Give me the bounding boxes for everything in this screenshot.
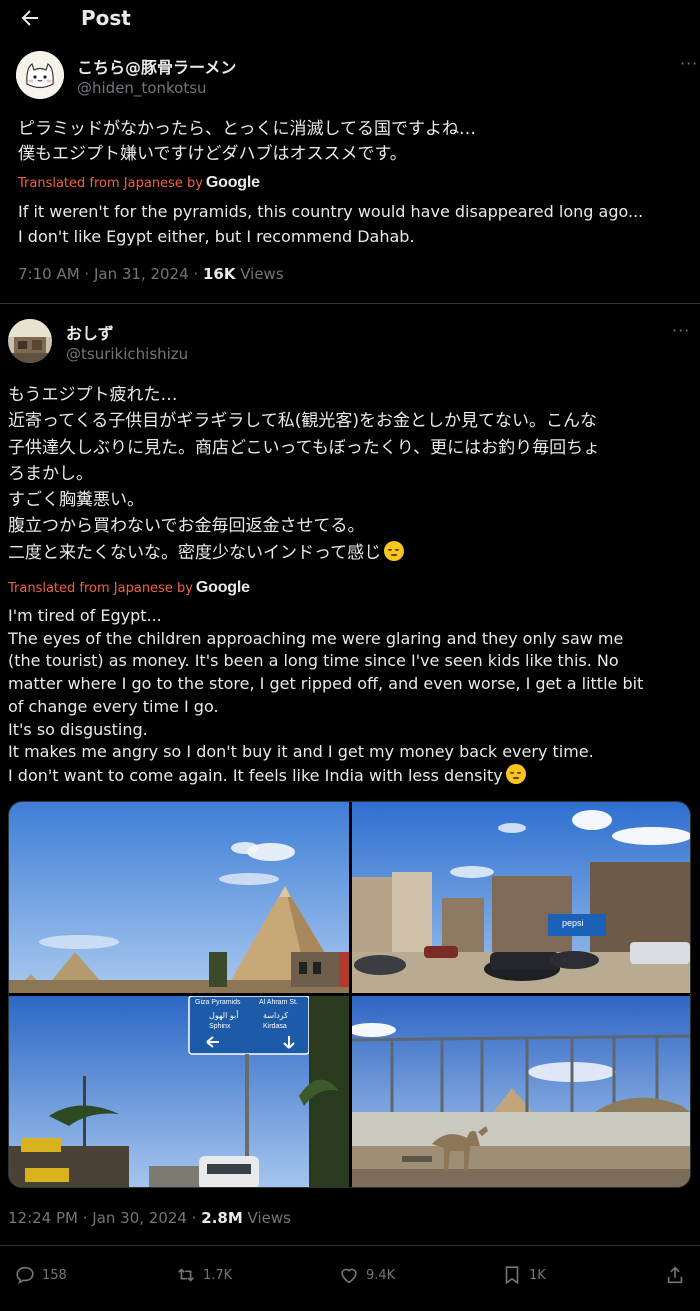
reply-count: 158 xyxy=(42,1267,67,1283)
google-logo: Google xyxy=(195,579,250,596)
photo-road-sign[interactable]: Giza Pyramids Al Ahram St. أبو الهول كرد… xyxy=(9,996,349,1187)
post-text: ピラミッドがなかったら、とっくに消滅してる国ですよね… 僕もエジプト嫌いですけど… xyxy=(18,117,698,167)
avatar-tsurikichishizu[interactable] xyxy=(8,319,52,363)
bookmark-count: 1K xyxy=(529,1267,546,1283)
post-text-line: 子供達久しぶりに見た。商店どこいってもぼったくり、更にはお釣り毎回ちょ xyxy=(8,437,601,458)
more-options-icon[interactable]: ··· xyxy=(680,54,698,73)
translated-text-line: (the tourist) as money. It's been a long… xyxy=(8,651,619,671)
sign-left-en: Sphinx xyxy=(209,1023,231,1030)
views-label: Views xyxy=(242,1209,291,1227)
photo-camel[interactable] xyxy=(352,996,690,1187)
post-text-line: 近寄ってくる子供目がギラギラして私(観光客)をお金としか見てない。こんな xyxy=(8,411,598,432)
user-handle[interactable]: @tsurikichishizu xyxy=(66,345,188,363)
more-options-icon[interactable]: ··· xyxy=(672,321,690,340)
media-grid: pepsi Giza Pyramids Al Ahram St. أبو اله… xyxy=(8,801,691,1188)
avatar-hiden-tonkotsu[interactable] xyxy=(16,51,64,99)
post-meta: 7:10 AM · Jan 31, 2024 · 16K Views xyxy=(18,265,284,283)
translated-text-line: It makes me angry so I don't buy it and … xyxy=(8,742,594,762)
translated-text-line: I don't want to come again. It feels lik… xyxy=(8,763,698,788)
cat-avatar-icon xyxy=(16,51,64,99)
divider xyxy=(0,303,700,304)
divider xyxy=(0,1245,700,1246)
translated-text-line: of change every time I go. xyxy=(8,696,219,716)
translated-text-line: I'm tired of Egypt... xyxy=(8,606,162,625)
repost-icon xyxy=(178,1268,194,1282)
action-bar: 158 1.7K 9.4K 1K xyxy=(0,1262,700,1288)
page-title: Post xyxy=(81,6,131,30)
translated-text-line: It's so disgusting. xyxy=(8,719,148,739)
post-text-line-end: 二度と来たくないな。密度少ないインドって感じ xyxy=(8,542,382,563)
views-count: 2.8M xyxy=(201,1209,243,1227)
google-logo: Google xyxy=(205,174,260,191)
sign-right-en: Kirdasa xyxy=(263,1023,287,1030)
relieved-face-emoji-icon xyxy=(384,540,405,561)
translated-text-line: The eyes of the children approaching me … xyxy=(8,628,624,648)
translated-text-line: If it weren't for the pyramids, this cou… xyxy=(18,202,644,221)
user-handle[interactable]: @hiden_tonkotsu xyxy=(77,79,207,97)
post-text-line: もうエジプト疲れた… xyxy=(8,385,178,405)
translation-label: Translated from Japanese by xyxy=(18,176,203,191)
post-text-line: 腹立つから買わないでお金毎回返金させてる。 xyxy=(8,516,365,537)
translation-label: Translated from Japanese by xyxy=(8,581,193,596)
photo-street[interactable]: pepsi xyxy=(352,802,690,993)
bookmark-button[interactable]: 1K xyxy=(501,1262,546,1288)
post-text: もうエジプト疲れた… 近寄ってくる子供目がギラギラして私(観光客)をお金としか見… xyxy=(8,382,698,566)
top-bar: Post xyxy=(0,0,700,40)
translation-attribution[interactable]: Translated from Japanese by Google xyxy=(8,579,250,597)
sign-left-ar: أبو الهول xyxy=(209,1010,238,1020)
post-text-line: 僕もエジプト嫌いですけどダハブはオススメです。 xyxy=(18,144,407,164)
share-icon xyxy=(667,1266,683,1284)
like-button[interactable]: 9.4K xyxy=(338,1262,395,1288)
timestamp[interactable]: 7:10 AM · Jan 31, 2024 · xyxy=(18,265,203,283)
repost-count: 1.7K xyxy=(203,1267,233,1283)
sign-line1: Giza Pyramids xyxy=(195,999,241,1006)
sign-right-ar: كرداسة xyxy=(263,1011,288,1020)
translated-text-line: I don't like Egypt either, but I recomme… xyxy=(18,227,415,246)
bookmark-icon xyxy=(505,1266,519,1285)
post-text-line: 二度と来たくないな。密度少ないインドって感じ xyxy=(8,540,698,566)
timestamp[interactable]: 12:24 PM · Jan 30, 2024 · xyxy=(8,1209,201,1227)
translation-attribution[interactable]: Translated from Japanese by Google xyxy=(18,174,260,192)
translated-text: I'm tired of Egypt... The eyes of the ch… xyxy=(8,605,698,788)
shop-sign-text: pepsi xyxy=(562,918,584,928)
relieved-face-emoji-icon xyxy=(505,763,526,784)
heart-icon xyxy=(341,1268,357,1284)
translated-text: If it weren't for the pyramids, this cou… xyxy=(18,199,698,249)
post-text-line: ろまかし。 xyxy=(8,463,93,484)
views-label: Views xyxy=(235,265,284,283)
post-text-line: ピラミッドがなかったら、とっくに消滅してる国ですよね… xyxy=(18,119,476,139)
translated-text-line-end: I don't want to come again. It feels lik… xyxy=(8,765,503,785)
translated-text-line: matter where I go to the store, I get ri… xyxy=(8,674,644,694)
repost-button[interactable]: 1.7K xyxy=(175,1262,232,1288)
post-text-line: すごく胸糞悪い。 xyxy=(8,490,144,511)
post-meta: 12:24 PM · Jan 30, 2024 · 2.8M Views xyxy=(8,1209,291,1227)
reply-icon xyxy=(16,1266,34,1285)
arrow-left-icon[interactable] xyxy=(18,6,42,30)
views-count: 16K xyxy=(202,265,236,283)
share-button[interactable] xyxy=(664,1262,692,1288)
like-count: 9.4K xyxy=(366,1267,396,1283)
photo-pyramid[interactable] xyxy=(9,802,349,993)
display-name[interactable]: こちら@豚骨ラーメン xyxy=(77,54,236,78)
display-name[interactable]: おしず xyxy=(66,320,114,344)
reply-button[interactable]: 158 xyxy=(14,1262,67,1288)
photo-avatar-icon xyxy=(8,319,52,363)
sign-line2: Al Ahram St. xyxy=(259,999,298,1006)
